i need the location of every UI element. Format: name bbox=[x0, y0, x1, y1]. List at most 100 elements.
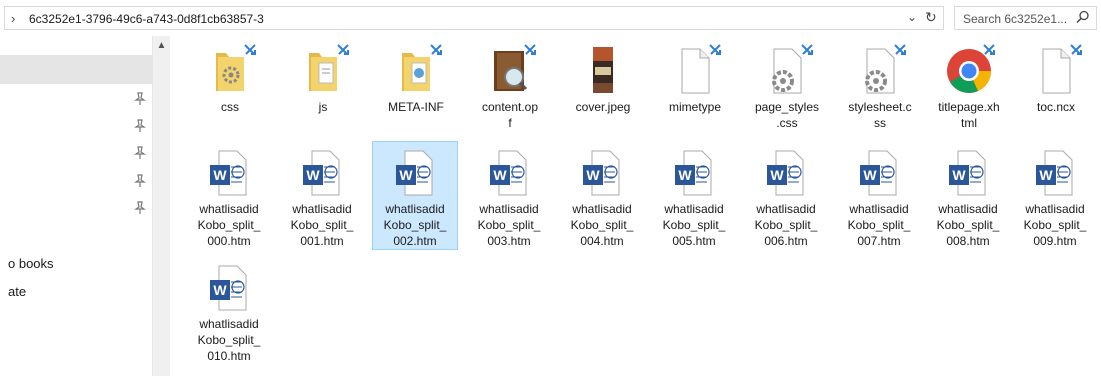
file-item-css[interactable]: css bbox=[187, 42, 273, 116]
file-item-meta-inf[interactable]: META-INF bbox=[373, 42, 459, 116]
sync-arrows-icon bbox=[983, 44, 995, 55]
file-label-line3: 006.htm bbox=[764, 234, 808, 248]
nav-selected-item[interactable] bbox=[0, 55, 153, 84]
search-icon[interactable] bbox=[1076, 10, 1090, 24]
file-item-word-002[interactable]: Wwhatlisadid Kobo_split_ 002.htm bbox=[372, 141, 458, 250]
file-label-line1: content.op bbox=[481, 100, 539, 114]
file-label-line2: f bbox=[508, 116, 512, 130]
address-path[interactable]: 6c3252e1-3796-49c6-a743-0d8f1cb63857-3 bbox=[29, 12, 264, 26]
file-label-line2: Kobo_split_ bbox=[936, 218, 1000, 232]
file-item-cover-jpeg[interactable]: cover.jpeg bbox=[560, 42, 646, 116]
file-label-line1: whatlisadid bbox=[572, 202, 632, 216]
file-label-line2: Kobo_split_ bbox=[1023, 218, 1087, 232]
search-input[interactable]: Search 6c3252e1... bbox=[954, 6, 1097, 30]
file-label-line2: Kobo_split_ bbox=[383, 218, 447, 232]
svg-text:W: W bbox=[678, 167, 692, 183]
file-label-line2: Kobo_split_ bbox=[197, 218, 261, 232]
file-label-line2: Kobo_split_ bbox=[570, 218, 634, 232]
chevron-down-icon[interactable]: ⌄ bbox=[907, 10, 917, 24]
nav-scrollbar[interactable]: ▲ bbox=[153, 36, 170, 376]
file-item-word-004[interactable]: Wwhatlisadid Kobo_split_ 004.htm bbox=[559, 141, 645, 250]
nav-item-ate[interactable]: ate bbox=[8, 284, 26, 299]
pin-icon[interactable] bbox=[134, 201, 146, 215]
file-item-word-008[interactable]: Wwhatlisadid Kobo_split_ 008.htm bbox=[925, 141, 1011, 250]
file-item-word-003[interactable]: Wwhatlisadid Kobo_split_ 003.htm bbox=[466, 141, 552, 250]
file-label-line1: whatlisadid bbox=[664, 202, 724, 216]
file-item-word-010[interactable]: Wwhatlisadid Kobo_split_ 010.htm bbox=[186, 256, 272, 365]
file-item-toc-ncx[interactable]: toc.ncx bbox=[1013, 42, 1099, 116]
file-label-line3: 002.htm bbox=[393, 234, 437, 248]
file-label: css bbox=[221, 100, 239, 114]
file-item-word-005[interactable]: Wwhatlisadid Kobo_split_ 005.htm bbox=[651, 141, 737, 250]
file-item-content-opf[interactable]: content.op f bbox=[467, 42, 553, 132]
search-placeholder: Search 6c3252e1... bbox=[963, 12, 1068, 26]
word-document-icon: W bbox=[860, 150, 897, 196]
file-label-line3: 008.htm bbox=[946, 234, 990, 248]
address-bar: › 6c3252e1-3796-49c6-a743-0d8f1cb63857-3… bbox=[0, 0, 1101, 36]
address-box[interactable]: › 6c3252e1-3796-49c6-a743-0d8f1cb63857-3… bbox=[4, 6, 944, 30]
file-label-line1: whatlisadid bbox=[1025, 202, 1085, 216]
file-label-line3: 004.htm bbox=[580, 234, 624, 248]
file-label-line1: whatlisadid bbox=[849, 202, 909, 216]
file-item-word-006[interactable]: Wwhatlisadid Kobo_split_ 006.htm bbox=[743, 141, 829, 250]
file-label-line3: 007.htm bbox=[857, 234, 901, 248]
file-label-line1: whatlisadid bbox=[756, 202, 816, 216]
word-document-icon: W bbox=[303, 150, 340, 196]
svg-text:W: W bbox=[1039, 167, 1053, 183]
scroll-up-icon[interactable]: ▲ bbox=[153, 38, 170, 54]
file-label-line3: 000.htm bbox=[207, 234, 251, 248]
file-label-line1: whatlisadid bbox=[199, 317, 259, 331]
file-item-mimetype[interactable]: mimetype bbox=[652, 42, 738, 116]
file-label-line3: 003.htm bbox=[487, 234, 531, 248]
word-document-icon: W bbox=[396, 150, 433, 196]
svg-text:W: W bbox=[213, 167, 227, 183]
file-label-line2: Kobo_split_ bbox=[754, 218, 818, 232]
pin-icon[interactable] bbox=[134, 174, 146, 188]
file-label-line2: Kobo_split_ bbox=[662, 218, 726, 232]
pin-icon[interactable] bbox=[134, 146, 146, 160]
svg-text:W: W bbox=[863, 167, 877, 183]
file-item-stylesheet-css[interactable]: stylesheet.c ss bbox=[837, 42, 923, 132]
sync-arrows-icon bbox=[524, 44, 536, 55]
svg-text:W: W bbox=[493, 167, 507, 183]
file-label-line3: 005.htm bbox=[672, 234, 716, 248]
sync-arrows-icon bbox=[337, 44, 349, 55]
file-label-line1: titlepage.xh bbox=[938, 100, 1000, 114]
refresh-icon[interactable]: ↻ bbox=[925, 9, 937, 26]
svg-text:W: W bbox=[399, 167, 413, 183]
word-document-icon: W bbox=[490, 150, 527, 196]
file-label-line2: Kobo_split_ bbox=[197, 333, 261, 347]
svg-text:W: W bbox=[213, 282, 227, 298]
word-document-icon: W bbox=[583, 150, 620, 196]
pin-icon[interactable] bbox=[134, 92, 146, 106]
nav-item-books[interactable]: o books bbox=[8, 256, 54, 271]
word-document-icon: W bbox=[1036, 150, 1073, 196]
file-label-line2: .css bbox=[776, 116, 798, 130]
file-label: js bbox=[318, 100, 328, 114]
file-label-line1: whatlisadid bbox=[292, 202, 352, 216]
navigation-pane: o books ate bbox=[0, 36, 153, 376]
file-label: cover.jpeg bbox=[575, 100, 631, 114]
sync-arrows-icon bbox=[709, 44, 721, 55]
file-item-js[interactable]: js bbox=[280, 42, 366, 116]
word-document-icon: W bbox=[675, 150, 712, 196]
file-item-page-styles-css[interactable]: page_styles .css bbox=[744, 42, 830, 132]
pin-icon[interactable] bbox=[134, 119, 146, 133]
sync-arrows-icon bbox=[1070, 44, 1082, 55]
file-item-word-007[interactable]: Wwhatlisadid Kobo_split_ 007.htm bbox=[836, 141, 922, 250]
word-document-icon: W bbox=[210, 150, 247, 196]
file-label-line2: Kobo_split_ bbox=[477, 218, 541, 232]
file-label: toc.ncx bbox=[1036, 100, 1075, 114]
svg-text:W: W bbox=[306, 167, 320, 183]
word-document-icon: W bbox=[210, 265, 247, 311]
file-item-word-000[interactable]: Wwhatlisadid Kobo_split_ 000.htm bbox=[186, 141, 272, 250]
file-label-line1: stylesheet.c bbox=[848, 100, 912, 114]
sync-arrows-icon bbox=[894, 44, 906, 55]
file-item-titlepage-xhtml[interactable]: titlepage.xh tml bbox=[926, 42, 1012, 132]
file-label-line2: tml bbox=[961, 116, 977, 130]
file-item-word-009[interactable]: Wwhatlisadid Kobo_split_ 009.htm bbox=[1012, 141, 1098, 250]
file-label-line1: page_styles bbox=[754, 100, 820, 114]
file-item-word-001[interactable]: Wwhatlisadid Kobo_split_ 001.htm bbox=[279, 141, 365, 250]
sync-arrows-icon bbox=[801, 44, 813, 55]
chevron-right-icon[interactable]: › bbox=[11, 11, 15, 26]
